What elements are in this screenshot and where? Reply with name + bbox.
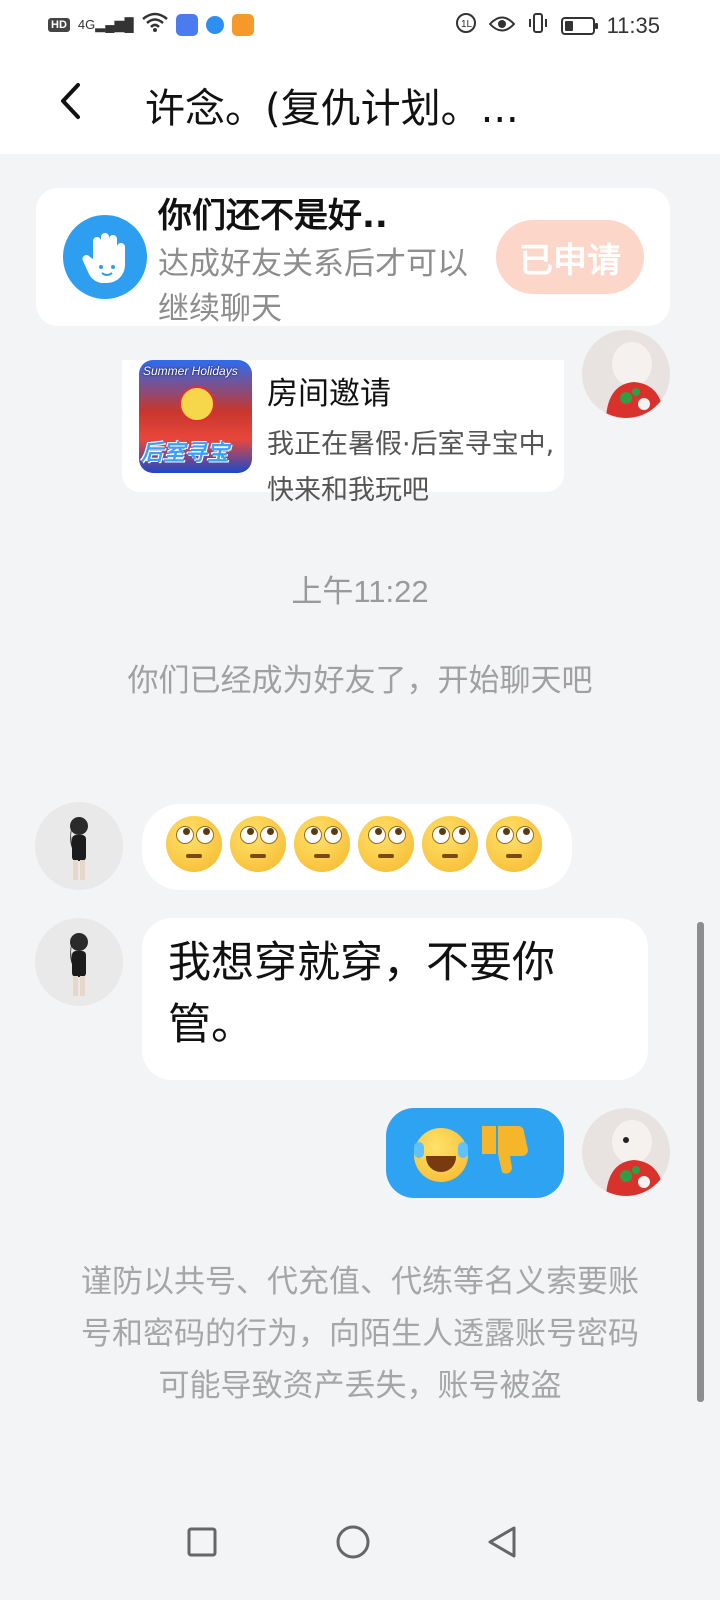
circle-icon — [336, 1525, 370, 1559]
avatar-self-image — [606, 342, 664, 418]
video-app-icon — [231, 13, 254, 36]
wifi-icon — [141, 12, 168, 37]
avatar-other-image — [70, 933, 88, 996]
friend-request-card: 你们还不是好.. 达成好友关系后才可以继续聊天 已申请 — [36, 188, 670, 327]
rolling-eyes-emoji-icon — [358, 816, 414, 872]
eye-comfort-icon — [488, 14, 515, 38]
system-message: 你们已经成为好友了，开始聊天吧 — [127, 663, 593, 699]
recents-button[interactable] — [172, 1512, 232, 1572]
status-time: 11:35 — [606, 12, 660, 38]
friend-card-subtitle: 达成好友关系后才可以继续聊天 — [158, 246, 468, 327]
home-button[interactable] — [323, 1512, 383, 1572]
game-name: 后室寻宝 — [141, 441, 230, 466]
rolling-eyes-emoji-icon — [166, 816, 222, 872]
avatar-self[interactable] — [582, 1108, 670, 1196]
thumbs-down-emoji-icon — [478, 1122, 530, 1190]
avatar-other[interactable] — [35, 802, 123, 890]
message-bubble-incoming[interactable]: 我想穿就穿，不要你管。 — [142, 918, 648, 1080]
svg-text:1L: 1L — [461, 19, 473, 30]
message-text: 我想穿就穿，不要你管。 — [168, 938, 555, 1050]
rolling-eyes-emoji-icon — [486, 816, 542, 872]
status-bar: HD 4G▂▄▆█ 1L 11:35 — [0, 0, 720, 50]
game-character-icon — [179, 386, 215, 422]
rolling-eyes-emoji-icon — [294, 816, 350, 872]
battery-icon — [560, 16, 598, 35]
status-right: 1L 11:35 — [455, 12, 660, 39]
back-button[interactable] — [50, 76, 90, 126]
emoji-row — [166, 816, 542, 872]
invite-title: 房间邀请 — [267, 376, 391, 412]
data-saver-icon: 1L — [455, 12, 477, 39]
triangle-back-icon — [488, 1526, 516, 1558]
room-invite-card[interactable]: Summer Holidays 后室寻宝 房间邀请 我正在暑假·后室寻宝中, 快… — [122, 360, 564, 506]
app-notification-icon — [175, 13, 198, 36]
square-icon — [187, 1527, 217, 1557]
avatar-self-image — [606, 1120, 664, 1196]
back-nav-button[interactable] — [472, 1512, 532, 1572]
chat-header: 许念。(复仇计划。... — [0, 50, 720, 154]
message-timestamp: 上午11:22 — [291, 574, 429, 609]
vibrate-icon — [527, 12, 549, 39]
avatar-other[interactable] — [35, 918, 123, 1006]
game-thumbnail: Summer Holidays 后室寻宝 — [139, 360, 252, 473]
game-banner-text: Summer Holidays — [143, 364, 238, 378]
applied-button[interactable]: 已申请 — [496, 220, 644, 294]
friend-card-title: 你们还不是好.. — [158, 196, 388, 236]
message-bubble-outgoing[interactable] — [386, 1108, 564, 1198]
hd-badge: HD — [48, 17, 70, 32]
invite-description: 我正在暑假·后室寻宝中, 快来和我玩吧 — [267, 429, 555, 506]
app-notification-icon — [205, 15, 224, 34]
chevron-left-icon — [61, 83, 80, 119]
page-title: 许念。(复仇计划。... — [145, 86, 519, 132]
avatar-self[interactable] — [582, 330, 670, 418]
network-indicator: 4G▂▄▆█ — [77, 16, 134, 32]
avatar-other-image — [70, 817, 88, 880]
hand-wave-icon — [63, 215, 147, 299]
message-bubble-incoming[interactable] — [142, 804, 572, 890]
security-warning: 谨防以共号、代充值、代练等名义索要账号和密码的行为，向陌生人透露账号密码可能导致… — [81, 1264, 639, 1404]
scrollbar[interactable] — [697, 922, 704, 1402]
status-left: HD 4G▂▄▆█ — [48, 12, 254, 37]
system-nav-bar — [0, 1488, 720, 1600]
rolling-eyes-emoji-icon — [422, 816, 478, 872]
rolling-eyes-emoji-icon — [230, 816, 286, 872]
tears-of-joy-emoji-icon — [414, 1128, 468, 1182]
